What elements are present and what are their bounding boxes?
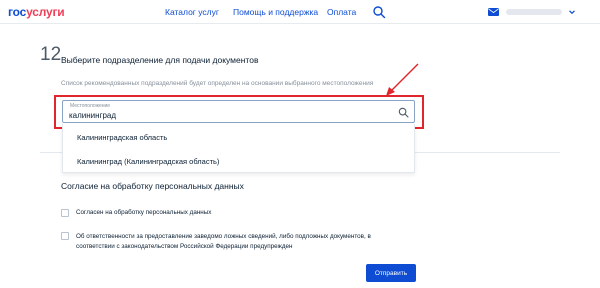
- step-title: Выберите подразделение для подачи докуме…: [61, 55, 259, 65]
- responsibility-checkbox-label: Об ответственности за предоставление зав…: [76, 233, 371, 250]
- step-number: 12: [40, 44, 62, 65]
- suggestion-item[interactable]: Калининград (Калининградская область): [77, 157, 219, 166]
- annotation-arrow: [386, 63, 419, 96]
- chevron-down-icon[interactable]: [568, 8, 576, 16]
- location-field[interactable]: Местоположение: [62, 100, 415, 123]
- step-hint: Список рекомендованных подразделений буд…: [61, 80, 374, 87]
- nav-help-link[interactable]: Помощь и поддержка: [233, 7, 318, 17]
- submit-button[interactable]: Отправить: [366, 264, 416, 282]
- location-input[interactable]: [69, 109, 379, 121]
- logo-part-gos: гос: [8, 5, 27, 19]
- mail-icon[interactable]: [488, 8, 499, 16]
- consent-title: Согласие на обработку персональных данны…: [61, 181, 244, 191]
- consent-checkbox-label: Согласен на обработку персональных данны…: [76, 209, 212, 216]
- consent-checkbox[interactable]: [61, 209, 69, 217]
- search-icon[interactable]: [398, 107, 409, 118]
- logo-part-uslugi: услуги: [26, 5, 65, 19]
- user-name-blurred[interactable]: [506, 9, 562, 15]
- nav-payment-link[interactable]: Оплата: [327, 7, 356, 17]
- suggestion-item[interactable]: Калининградская область: [77, 133, 167, 142]
- gosuslugi-logo[interactable]: госуслуги: [8, 5, 65, 19]
- responsibility-checkbox[interactable]: [61, 232, 69, 240]
- top-navigation: госуслуги Каталог услуг Помощь и поддерж…: [0, 0, 600, 24]
- search-icon[interactable]: [372, 5, 386, 19]
- location-suggestions: Калининградская область Калининград (Кал…: [62, 124, 415, 173]
- nav-catalog-link[interactable]: Каталог услуг: [165, 7, 219, 17]
